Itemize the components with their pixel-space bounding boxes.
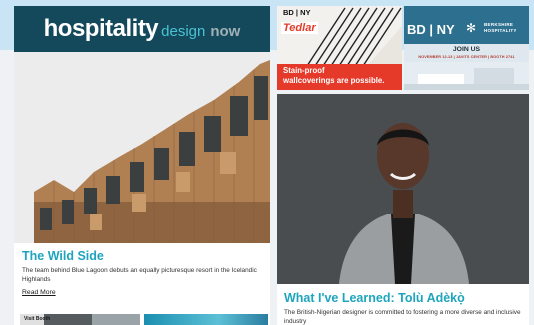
ad-event-label: BD | NY [407, 22, 455, 37]
ad-event-label: BD | NY [283, 8, 311, 17]
logo-sub-text: design [161, 23, 206, 40]
preview-thumbnail-booth[interactable]: Visit Booth [20, 314, 140, 325]
logo-main-text: hospitality [43, 15, 159, 42]
logo-now-text: now [210, 23, 241, 40]
newsletter-header[interactable]: hospitality design now [14, 6, 270, 52]
resort-building-image[interactable] [14, 52, 270, 243]
feature-card-wild-side: The Wild Side The team behind Blue Lagoo… [14, 52, 270, 325]
ad-cta: JOIN US [452, 46, 481, 53]
feature-title[interactable]: The Wild Side [22, 249, 262, 263]
read-more-link[interactable]: Read More [22, 289, 56, 296]
feature-card-tolu-adeko: What I've Learned: Tolù Adèkọ̀ The Briti… [277, 94, 529, 325]
ad-dates: NOVEMBER 12-13 | JAVITS CENTER | BOOTH 2… [418, 55, 515, 59]
hotel-room-image [404, 62, 529, 90]
ad-tagline: Stain-proof wallcoverings are possible. [277, 64, 402, 90]
ad-tagline-line2: wallcoverings are possible. [283, 76, 385, 85]
tedlar-logo: Tedlar [281, 22, 318, 34]
feature-title[interactable]: What I've Learned: Tolù Adèkọ̀ [284, 291, 524, 305]
partner-name: BERKSHIRE HOSPITALITY [484, 22, 517, 34]
feature-summary: The British-Nigerian designer is committ… [284, 309, 521, 325]
feature-summary: The team behind Blue Lagoon debuts an eq… [22, 267, 257, 283]
thumbnail-label: Visit Booth [24, 316, 51, 322]
partner-name-line2: HOSPITALITY [484, 28, 517, 33]
berkshire-logo-icon: ✻ [466, 21, 477, 35]
ad-tedlar[interactable]: BD | NY Tedlar Stain-proof wallcoverings… [277, 6, 402, 90]
designer-portrait-image[interactable] [277, 94, 529, 284]
preview-thumbnail-pool[interactable] [144, 314, 268, 325]
ad-berkshire-hospitality[interactable]: BD | NY ✻ BERKSHIRE HOSPITALITY JOIN US … [404, 6, 529, 90]
ad-tagline-line1: Stain-proof [283, 66, 325, 75]
